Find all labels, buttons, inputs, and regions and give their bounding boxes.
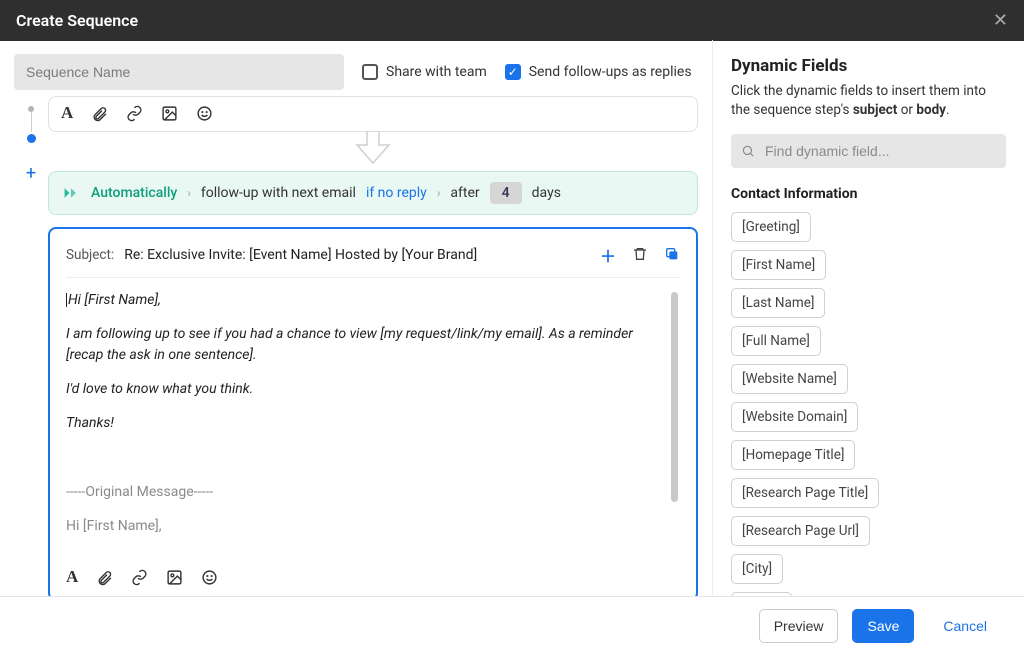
subject-label: Subject: [66,247,114,263]
modal-title: Create Sequence [16,11,138,30]
editor-toolbar: A [66,567,680,587]
emoji-icon[interactable] [201,567,218,587]
dynamic-fields-panel: Dynamic Fields Click the dynamic fields … [712,40,1024,596]
dynamic-field-chip[interactable]: [Research Page Url] [731,516,870,546]
body-p4: Thanks! [66,413,662,433]
add-step-plus-icon[interactable]: ＋ [600,243,616,267]
find-dynamic-field-input[interactable] [731,134,1006,168]
replies-label: Send follow-ups as replies [529,64,692,80]
checkbox-checked-icon: ✓ [505,64,521,80]
original-marker: -----Original Message----- [66,482,662,502]
attachment-icon[interactable] [91,103,108,123]
delete-icon[interactable] [632,243,648,267]
orig-p1: Hi [First Name], [66,516,662,536]
image-icon[interactable] [166,567,183,587]
prev-toolbar: A [61,103,685,123]
days-value[interactable]: 4 [490,182,522,204]
sequence-name-input[interactable] [14,54,344,90]
copy-icon[interactable] [664,243,680,267]
body-p3: I'd love to know what you think. [66,379,662,399]
timeline-dot-current [27,134,36,143]
dynamic-field-chip[interactable]: [Research Page Title] [731,478,879,508]
search-icon [741,144,755,158]
dynamic-field-chip[interactable]: [Last Name] [731,288,825,318]
contact-info-section: Contact Information [731,186,1006,202]
checkbox-unchecked-icon [362,64,378,80]
dynamic-field-chip[interactable]: [Full Name] [731,326,821,356]
font-icon[interactable]: A [61,103,73,123]
body-p2: I am following up to see if you had a ch… [66,324,662,365]
dynamic-field-chip[interactable]: [City] [731,554,783,584]
body-p1: Hi [First Name], [68,292,161,308]
automatically-link[interactable]: Automatically [91,185,177,201]
dynamic-field-chip[interactable]: [Website Name] [731,364,848,394]
attachment-icon[interactable] [96,567,113,587]
preview-button[interactable]: Preview [759,609,839,643]
left-pane: Share with team ✓ Send follow-ups as rep… [0,40,712,596]
timeline-rail: + [14,96,48,596]
days-label: days [532,185,561,201]
scrollbar[interactable] [671,292,678,502]
chevron-right-icon: › [437,186,441,200]
sequence-icon [61,185,81,201]
follow-up-text: follow-up with next email [201,185,356,201]
email-editor-card: Subject: Re: Exclusive Invite: [Event Na… [48,227,698,596]
titlebar: Create Sequence ✕ [0,0,1024,41]
close-icon[interactable]: ✕ [993,10,1008,31]
dynamic-fields-heading: Dynamic Fields [731,56,1006,76]
footer: Preview Save Cancel [0,596,1024,654]
add-step-button[interactable]: + [26,163,36,184]
dynamic-field-chip[interactable]: [Homepage Title] [731,440,855,470]
chevron-right-icon: › [187,186,191,200]
save-button[interactable]: Save [852,609,914,643]
image-icon[interactable] [161,103,178,123]
dynamic-field-chip[interactable]: [Greeting] [731,212,811,242]
font-icon[interactable]: A [66,567,78,587]
flow-arrow-icon [353,131,393,165]
after-text: after [450,185,479,201]
subject-input[interactable]: Re: Exclusive Invite: [Event Name] Hoste… [124,247,590,263]
send-as-replies-checkbox[interactable]: ✓ Send follow-ups as replies [505,64,692,80]
emoji-icon[interactable] [196,103,213,123]
automation-condition-bar: Automatically › follow-up with next emai… [48,171,698,215]
link-icon[interactable] [131,567,148,587]
previous-step-card: A [48,96,698,132]
dynamic-field-chip[interactable]: [First Name] [731,250,826,280]
dynamic-field-chip[interactable]: [Website Domain] [731,402,858,432]
dynamic-fields-desc: Click the dynamic fields to insert them … [731,82,1006,120]
share-with-team-checkbox[interactable]: Share with team [362,64,487,80]
link-icon[interactable] [126,103,143,123]
cancel-button[interactable]: Cancel [928,609,1002,643]
share-label: Share with team [386,64,487,80]
if-no-reply-link[interactable]: if no reply [366,185,427,201]
email-body-editor[interactable]: Hi [First Name], I am following up to se… [66,290,680,550]
